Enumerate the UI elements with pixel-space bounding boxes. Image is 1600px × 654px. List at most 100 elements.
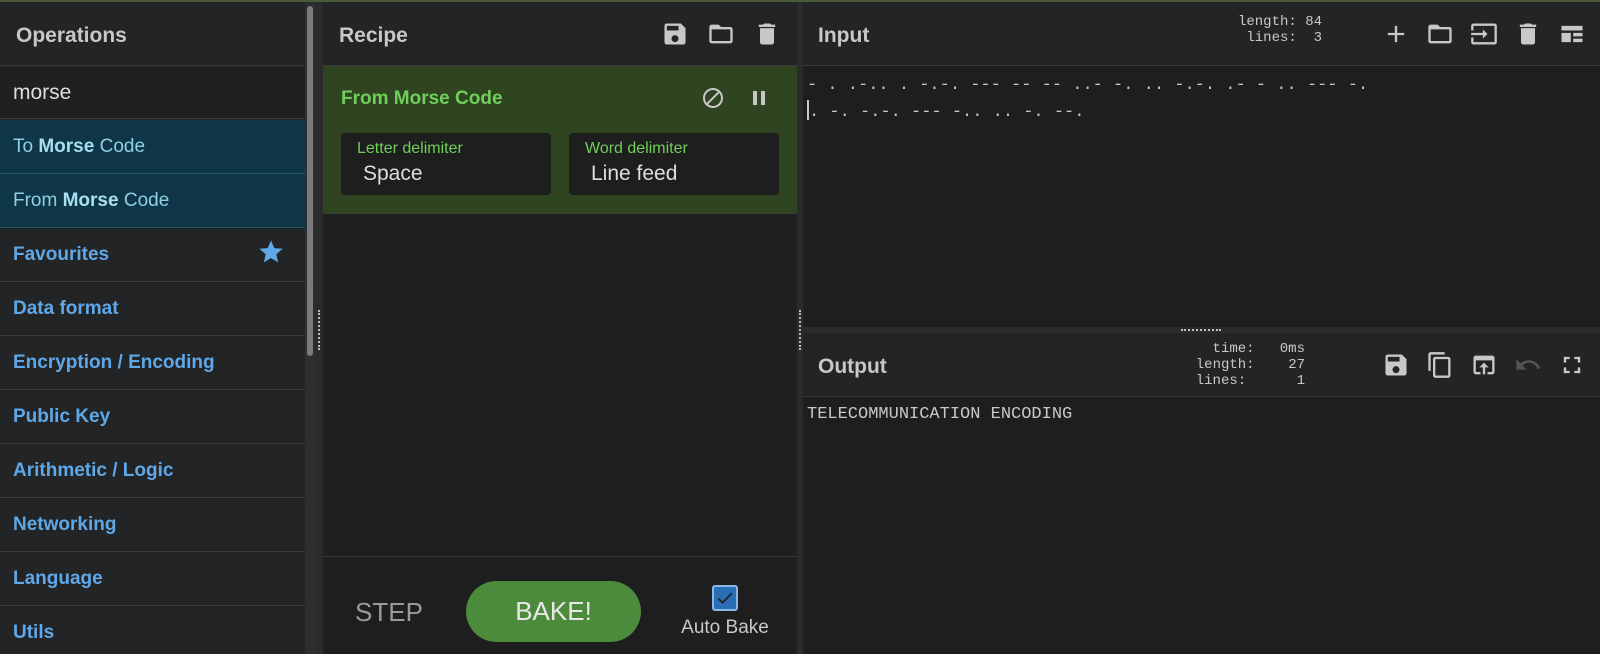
field-value: Space <box>363 162 423 185</box>
open-folder-button[interactable] <box>1468 18 1500 50</box>
save-recipe-button[interactable] <box>659 18 691 50</box>
output-header: Output time: 0ms length: 27 lines: 1 <box>803 333 1600 397</box>
output-lines: lines: 1 <box>1196 373 1305 389</box>
input-lines-value: 3 <box>1313 30 1322 46</box>
operations-search-input[interactable] <box>13 80 293 106</box>
output-lines-label: lines: <box>1195 373 1247 389</box>
input-textarea[interactable]: - . .-.. . -.-. --- -- -- ..- -. .. -.-.… <box>807 72 1368 126</box>
add-input-tab-button[interactable] <box>1380 18 1412 50</box>
auto-bake-label: Auto Bake <box>681 617 769 638</box>
operations-scrollbar-thumb[interactable] <box>307 6 313 356</box>
layout-icon <box>1561 25 1583 43</box>
save-output-button[interactable] <box>1380 349 1412 381</box>
copy-output-button[interactable] <box>1424 349 1456 381</box>
input-lines: lines: 3 <box>1238 30 1322 46</box>
trash-icon <box>1519 23 1537 45</box>
result-match: Morse <box>38 135 95 157</box>
category-label: Public Key <box>13 405 111 427</box>
breakpoint-button[interactable] <box>743 82 775 114</box>
input-header: Input length: 84 lines: 3 <box>803 2 1600 66</box>
output-time: time: 0ms <box>1196 341 1305 357</box>
field-label: Letter delimiter <box>357 140 463 157</box>
category-favourites[interactable]: Favourites <box>0 228 305 282</box>
clear-recipe-button[interactable] <box>751 18 783 50</box>
category-language[interactable]: Language <box>0 552 305 606</box>
recipe-toolbar <box>659 18 783 50</box>
recipe-controls: STEP BAKE! Auto Bake <box>323 556 797 654</box>
disable-icon <box>703 88 723 108</box>
reset-layout-button[interactable] <box>1556 18 1588 50</box>
input-length-label: length: <box>1237 14 1297 30</box>
folder-icon <box>709 24 733 44</box>
category-arithmetic-logic[interactable]: Arithmetic / Logic <box>0 444 305 498</box>
io-panel: Input length: 84 lines: 3 - . .-.. . -.-.… <box>803 2 1600 654</box>
input-toolbar <box>1380 18 1588 50</box>
category-label: Networking <box>13 513 117 535</box>
category-label: Favourites <box>13 243 110 265</box>
copy-icon <box>1428 352 1451 378</box>
maximise-output-button[interactable] <box>1556 349 1588 381</box>
replace-input-button[interactable] <box>1468 349 1500 381</box>
result-match: Morse <box>62 189 119 211</box>
operations-title: Operations <box>16 24 127 47</box>
search-result-to-morse-code[interactable]: To Morse Code <box>0 120 305 174</box>
save-icon <box>664 23 686 45</box>
category-encryption-encoding[interactable]: Encryption / Encoding <box>0 336 305 390</box>
input-line-2: . -. -.-. --- -.. .. -. --. <box>807 99 1368 126</box>
recipe-panel: Recipe From Morse Code Letter delimiter <box>323 2 797 654</box>
category-public-key[interactable]: Public Key <box>0 390 305 444</box>
input-lines-label: lines: <box>1246 30 1297 46</box>
output-text[interactable]: TELECOMMUNICATION ENCODING <box>807 404 1072 426</box>
output-time-value: 0ms <box>1279 341 1305 357</box>
output-title: Output <box>818 355 887 378</box>
result-suffix: Code <box>118 189 170 211</box>
result-prefix: To <box>13 135 39 157</box>
category-data-format[interactable]: Data format <box>0 282 305 336</box>
input-line: . -. -.-. --- -.. .. -. --. <box>809 103 1085 122</box>
output-length-label: length: <box>1195 357 1255 373</box>
load-recipe-button[interactable] <box>705 18 737 50</box>
input-length-value: 84 <box>1305 14 1322 30</box>
ops-recipe-resizer[interactable] <box>315 2 323 654</box>
operations-header: Operations <box>0 2 305 66</box>
star-icon <box>257 238 285 272</box>
field-value: Line feed <box>591 162 678 185</box>
open-in-browser-icon <box>1473 355 1495 375</box>
output-info: time: 0ms length: 27 lines: 1 <box>1196 341 1305 389</box>
output-time-label: time: <box>1212 341 1255 357</box>
operation-controls <box>697 82 775 114</box>
clear-input-button[interactable] <box>1512 18 1544 50</box>
recipe-title: Recipe <box>339 24 408 47</box>
step-button[interactable]: STEP <box>355 597 423 628</box>
auto-bake-checkbox[interactable] <box>712 585 738 611</box>
save-icon <box>1385 354 1407 376</box>
search-result-from-morse-code[interactable]: From Morse Code <box>0 174 305 228</box>
undo-button[interactable] <box>1512 349 1544 381</box>
output-lines-value: 1 <box>1296 373 1305 389</box>
trash-icon <box>758 23 776 45</box>
input-arrow-icon <box>1471 23 1497 45</box>
disable-operation-button[interactable] <box>697 82 729 114</box>
operation-name: From Morse Code <box>341 88 503 109</box>
category-utils[interactable]: Utils <box>0 606 305 654</box>
auto-bake-toggle[interactable]: Auto Bake <box>675 585 775 639</box>
category-networking[interactable]: Networking <box>0 498 305 552</box>
fullscreen-icon <box>1563 356 1581 374</box>
open-file-button[interactable] <box>1424 18 1456 50</box>
field-label: Word delimiter <box>585 140 688 157</box>
operations-list: To Morse Code From Morse Code Favourites… <box>0 120 305 654</box>
plus-icon <box>1387 25 1405 43</box>
input-length: length: 84 <box>1238 14 1322 30</box>
recipe-operation-from-morse-code[interactable]: From Morse Code Letter delimiter Space W… <box>323 66 797 214</box>
category-label: Arithmetic / Logic <box>13 459 174 481</box>
word-delimiter-field[interactable]: Word delimiter Line feed <box>569 133 779 195</box>
operations-search <box>0 67 305 119</box>
undo-icon <box>1516 359 1541 370</box>
recipe-header: Recipe <box>323 2 797 66</box>
resizer-grip <box>799 310 801 350</box>
output-toolbar <box>1380 349 1588 381</box>
category-label: Utils <box>13 621 55 643</box>
letter-delimiter-field[interactable]: Letter delimiter Space <box>341 133 551 195</box>
bake-button[interactable]: BAKE! <box>466 581 641 642</box>
resizer-grip <box>1181 329 1221 331</box>
